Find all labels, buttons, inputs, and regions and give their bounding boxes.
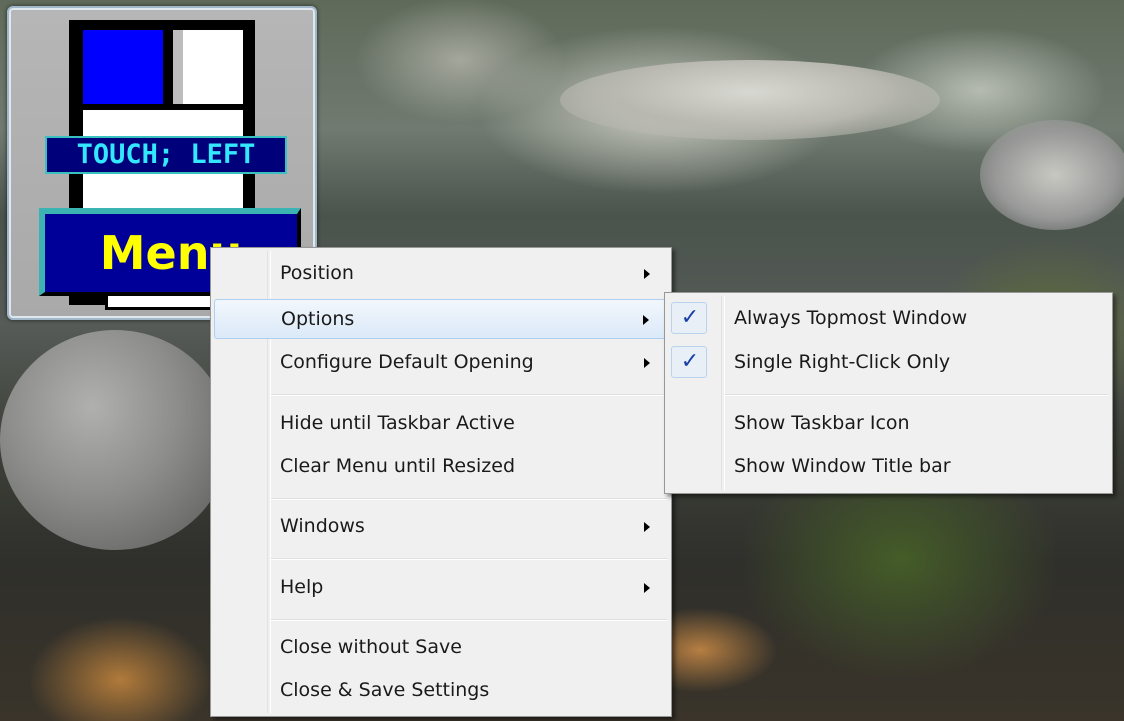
menu-separator [725,394,1108,396]
menu-item-label: Show Window Title bar [734,455,951,477]
check-indicator: ✓ [671,346,707,378]
menu-item-single-right-click-only[interactable]: ✓ Single Right-Click Only [668,343,1109,383]
menu-separator [271,558,667,560]
menu-item-windows[interactable]: Windows [214,507,668,547]
menu-separator [271,619,667,621]
submenu-arrow-icon [643,315,649,325]
submenu-arrow-icon [644,583,650,593]
menu-item-help[interactable]: Help [214,568,668,608]
menu-item-label: Close without Save [280,636,462,658]
gadget-left-button-indicator [83,30,163,104]
submenu-arrow-icon [644,269,650,279]
touch-mode-label: TOUCH; LEFT [45,136,287,174]
menu-item-label: Help [280,576,324,598]
check-icon: ✓ [680,305,700,330]
menu-item-label: Configure Default Opening [280,351,534,373]
menu-item-label: Clear Menu until Resized [280,455,516,477]
gadget-right-button-indicator [173,30,243,104]
check-icon: ✓ [680,349,700,374]
menu-item-close-without-save[interactable]: Close without Save [214,628,668,668]
menu-item-label: Show Taskbar Icon [734,412,910,434]
options-submenu: ✓ Always Topmost Window ✓ Single Right-C… [664,292,1113,494]
menu-item-show-window-title-bar[interactable]: Show Window Title bar [668,447,1109,487]
menu-item-label: Windows [280,515,365,537]
menu-item-options[interactable]: Options [214,299,668,339]
menu-item-label: Single Right-Click Only [734,351,951,373]
check-indicator: ✓ [671,302,707,334]
menu-item-label: Position [280,262,354,284]
menu-item-position[interactable]: Position [214,254,668,294]
menu-item-label: Always Topmost Window [734,307,968,329]
wallpaper-rock [560,60,940,140]
menu-item-label: Options [281,308,355,330]
menu-item-always-topmost-window[interactable]: ✓ Always Topmost Window [668,299,1109,339]
menu-item-label: Close & Save Settings [280,679,490,701]
submenu-arrow-icon [644,358,650,368]
menu-item-clear-menu-until-resized[interactable]: Clear Menu until Resized [214,447,668,487]
context-menu: Position Options Configure Default Openi… [210,247,672,717]
submenu-arrow-icon [644,522,650,532]
wallpaper-rock [0,330,230,550]
menu-item-close-save-settings[interactable]: Close & Save Settings [214,671,668,711]
menu-item-show-taskbar-icon[interactable]: Show Taskbar Icon [668,404,1109,444]
menu-item-configure-default-opening[interactable]: Configure Default Opening [214,343,668,383]
menu-item-hide-until-taskbar-active[interactable]: Hide until Taskbar Active [214,404,668,444]
menu-separator [271,498,667,500]
wallpaper-rock [980,120,1124,230]
menu-separator [271,394,667,396]
menu-item-label: Hide until Taskbar Active [280,412,515,434]
